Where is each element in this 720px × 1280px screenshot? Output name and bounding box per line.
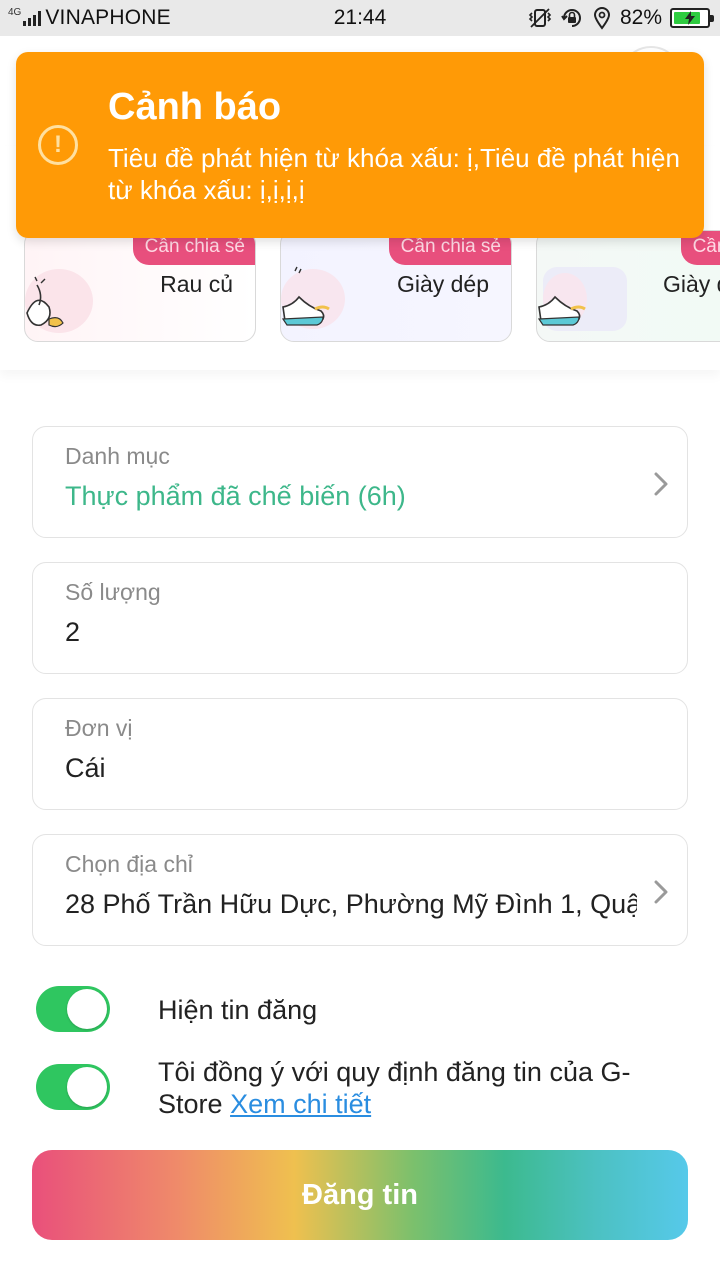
terms-detail-link[interactable]: Xem chi tiết [230, 1089, 371, 1119]
category-select[interactable]: Danh mục Thực phẩm đã chế biến (6h) [32, 426, 688, 538]
agree-terms-toggle[interactable] [36, 1064, 110, 1110]
category-label: Danh mục [65, 443, 170, 469]
shoe-icon [281, 266, 345, 329]
agree-terms-text: Tôi đồng ý với quy định đăng tin của G-S… [158, 1056, 658, 1120]
battery-icon [670, 8, 714, 28]
quantity-value: 2 [65, 617, 81, 647]
category-name: Giày dép [396, 271, 489, 297]
chevron-right-icon [654, 880, 668, 904]
vegetables-icon [25, 269, 93, 333]
toast-message: Tiêu đề phát hiện từ khóa xấu: ị,Tiêu đề… [108, 143, 680, 205]
chevron-right-icon [654, 472, 668, 496]
shoe-icon [537, 267, 627, 331]
unit-value: Cái [65, 753, 106, 783]
category-value: Thực phẩm đã chế biến (6h) [65, 481, 406, 511]
unit-label: Đơn vị [65, 715, 133, 741]
address-value: 28 Phố Trần Hữu Dực, Phường Mỹ Đình 1, Q… [65, 889, 637, 919]
show-post-label: Hiện tin đăng [158, 995, 318, 1025]
show-post-toggle[interactable] [36, 986, 110, 1032]
vibrate-icon [528, 8, 552, 28]
post-button[interactable]: Đăng tin [32, 1150, 688, 1240]
toggle-knob [67, 1067, 107, 1107]
category-card-shoes[interactable]: Cần chia sẻ Giày dép [280, 230, 512, 342]
agree-terms-label: Tôi đồng ý với quy định đăng tin của G-S… [158, 1057, 631, 1119]
quantity-label: Số lượng [65, 579, 161, 605]
warning-toast[interactable]: ! Cảnh báo Tiêu đề phát hiện từ khóa xấu… [16, 52, 704, 238]
battery-percent: 82% [619, 6, 662, 29]
address-select[interactable]: Chọn địa chỉ 28 Phố Trần Hữu Dực, Phường… [32, 834, 688, 946]
category-name: Rau củ [160, 271, 233, 297]
address-label: Chọn địa chỉ [65, 851, 193, 877]
location-icon [593, 7, 610, 30]
quantity-field[interactable]: Số lượng 2 [32, 562, 688, 674]
rotation-lock-icon [561, 9, 581, 27]
status-bar: 4G VINAPHONE 21:44 82% [0, 0, 720, 36]
unit-field[interactable]: Đơn vị Cái [32, 698, 688, 810]
toast-title: Cảnh báo [108, 86, 282, 128]
status-right: 82% [528, 4, 714, 32]
warning-icon: ! [38, 125, 78, 165]
category-card-vegetables[interactable]: Cần chia sẻ Rau củ [24, 230, 256, 342]
category-name: Giày d [663, 271, 720, 297]
toggle-knob [67, 989, 107, 1029]
category-card-shoes-2[interactable]: Cần chi Giày d [536, 230, 720, 342]
